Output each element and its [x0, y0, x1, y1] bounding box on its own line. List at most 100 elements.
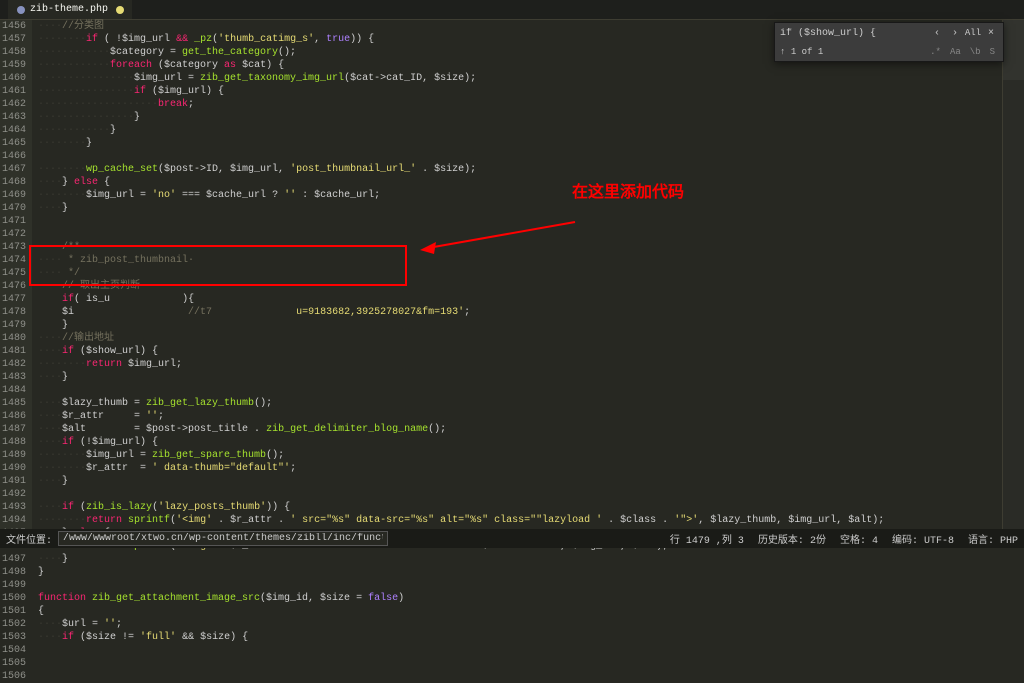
line-number: 1504 — [0, 644, 26, 657]
code-line: ············} — [38, 124, 1002, 137]
code-line — [38, 384, 1002, 397]
line-number: 1462 — [0, 98, 26, 111]
find-count-prefix: ↑ — [780, 47, 785, 57]
line-number: 1464 — [0, 124, 26, 137]
line-number: 1488 — [0, 436, 26, 449]
line-number: 1497 — [0, 553, 26, 566]
line-number: 1493 — [0, 501, 26, 514]
line-number: 1458 — [0, 46, 26, 59]
line-number: 1485 — [0, 397, 26, 410]
code-line: ····$alt = $post->post_title . zib_get_d… — [38, 423, 1002, 436]
code-line: ····} — [38, 475, 1002, 488]
code-line: $i //t7 u=9183682,3925278027&fm=193'; — [38, 306, 1002, 319]
line-number: 1474 — [0, 254, 26, 267]
status-history[interactable]: 历史版本: 2份 — [758, 531, 826, 547]
find-next-button[interactable]: › — [948, 26, 962, 40]
line-number: 1490 — [0, 462, 26, 475]
code-line — [38, 579, 1002, 592]
find-all-button[interactable]: All — [966, 26, 980, 40]
php-icon — [16, 5, 26, 15]
modified-indicator — [116, 6, 124, 14]
line-number: 1482 — [0, 358, 26, 371]
code-line: ····} else { — [38, 176, 1002, 189]
code-line: ····$url = ''; — [38, 618, 1002, 631]
line-number: 1479 — [0, 319, 26, 332]
status-path-input[interactable] — [58, 531, 388, 546]
line-number: 1502 — [0, 618, 26, 631]
find-selection-option[interactable]: S — [987, 46, 998, 58]
code-line — [38, 150, 1002, 163]
minimap-viewport[interactable] — [1003, 20, 1024, 80]
status-spaces[interactable]: 空格: 4 — [840, 531, 878, 547]
find-close-button[interactable]: × — [984, 26, 998, 40]
line-number: 1487 — [0, 423, 26, 436]
status-encoding[interactable]: 编码: UTF-8 — [892, 531, 954, 547]
annotation-text: 在这里添加代码 — [572, 178, 684, 202]
code-line: ········return $img_url; — [38, 358, 1002, 371]
code-line: } — [38, 319, 1002, 332]
tab-filename: zib-theme.php — [30, 4, 108, 15]
find-count: 1 of 1 — [791, 47, 823, 57]
code-line — [38, 228, 1002, 241]
line-number: 1475 — [0, 267, 26, 280]
line-number: 1478 — [0, 306, 26, 319]
line-number: 1463 — [0, 111, 26, 124]
line-number: 1505 — [0, 657, 26, 670]
minimap[interactable] — [1002, 20, 1024, 529]
status-language[interactable]: 语言: PHP — [968, 531, 1018, 547]
line-number: 1461 — [0, 85, 26, 98]
line-number: 1484 — [0, 384, 26, 397]
code-line: { — [38, 605, 1002, 618]
code-line: ···· */ — [38, 267, 1002, 280]
line-number: 1492 — [0, 488, 26, 501]
code-line: ····if ($size != 'full' && $size) { — [38, 631, 1002, 644]
line-number: 1501 — [0, 605, 26, 618]
code-line — [38, 215, 1002, 228]
find-case-option[interactable]: Aa — [947, 46, 964, 58]
code-line — [38, 657, 1002, 670]
line-number: 1476 — [0, 280, 26, 293]
code-line: ················if ($img_url) { — [38, 85, 1002, 98]
code-line: ···· * zib_post_thumbnail· — [38, 254, 1002, 267]
line-number: 1483 — [0, 371, 26, 384]
code-line: ················$img_url = zib_get_taxon… — [38, 72, 1002, 85]
code-line: ········return sprintf('<img' . $r_attr … — [38, 514, 1002, 527]
code-line: ········$img_url = zib_get_spare_thumb()… — [38, 449, 1002, 462]
line-number: 1486 — [0, 410, 26, 423]
code-line: ····} — [38, 553, 1002, 566]
code-line: function zib_get_attachment_image_src($i… — [38, 592, 1002, 605]
code-line: ····if ($show_url) { — [38, 345, 1002, 358]
line-number: 1467 — [0, 163, 26, 176]
line-number: 1499 — [0, 579, 26, 592]
find-regex-option[interactable]: .* — [927, 46, 944, 58]
code-line: ········} — [38, 137, 1002, 150]
line-number: 1459 — [0, 59, 26, 72]
find-prev-button[interactable]: ‹ — [930, 26, 944, 40]
line-number: 1481 — [0, 345, 26, 358]
code-line: ········wp_cache_set($post->ID, $img_url… — [38, 163, 1002, 176]
line-number: 1472 — [0, 228, 26, 241]
line-number: 1466 — [0, 150, 26, 163]
editor: 1456145714581459146014611462146314641465… — [0, 20, 1024, 529]
find-input[interactable] — [780, 28, 926, 39]
code-line: ····················break; — [38, 98, 1002, 111]
status-path-label: 文件位置: — [6, 531, 52, 547]
file-tab[interactable]: zib-theme.php — [8, 0, 132, 19]
code-line: ····$lazy_thumb = zib_get_lazy_thumb(); — [38, 397, 1002, 410]
code-line: ····if (!$img_url) { — [38, 436, 1002, 449]
status-line-col[interactable]: 行 1479 ,列 3 — [670, 531, 744, 547]
code-line: ········$img_url = 'no' === $cache_url ?… — [38, 189, 1002, 202]
line-number: 1498 — [0, 566, 26, 579]
line-number: 1470 — [0, 202, 26, 215]
code-area[interactable]: ····//分类图········if ( !$img_url && _pz('… — [32, 20, 1002, 529]
line-number: 1500 — [0, 592, 26, 605]
code-line: ········$r_attr = ' data-thumb="default"… — [38, 462, 1002, 475]
code-line: ····$r_attr = ''; — [38, 410, 1002, 423]
find-word-option[interactable]: \b — [967, 46, 984, 58]
code-line: ····if (zib_is_lazy('lazy_posts_thumb'))… — [38, 501, 1002, 514]
code-line: ····} — [38, 371, 1002, 384]
line-number: 1491 — [0, 475, 26, 488]
tab-bar: zib-theme.php — [0, 0, 1024, 20]
line-number: 1477 — [0, 293, 26, 306]
code-line — [38, 670, 1002, 683]
